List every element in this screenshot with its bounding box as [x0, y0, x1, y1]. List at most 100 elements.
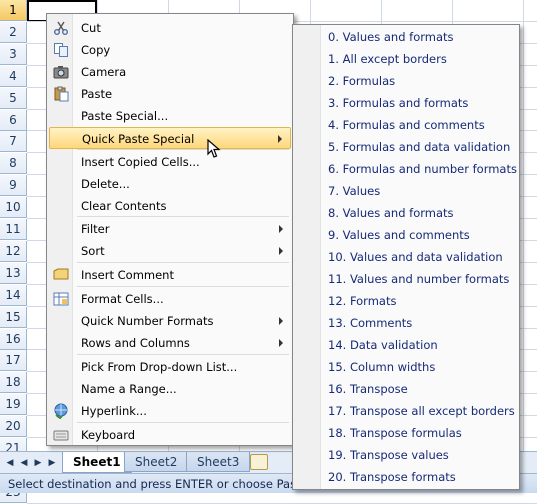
submenu-arrow-icon [279, 339, 283, 347]
last-sheet-icon[interactable]: ▶ [46, 456, 58, 470]
paste-icon [53, 86, 69, 102]
row-header[interactable]: 4 [0, 66, 27, 87]
menu-item-paste-special[interactable]: Paste Special... [49, 105, 291, 127]
quick-paste-option[interactable]: 18. Transpose formulas [295, 422, 517, 444]
menu-item-delete[interactable]: Delete... [49, 173, 291, 195]
row-header[interactable]: 2 [0, 22, 27, 43]
insert-sheet-icon[interactable] [250, 454, 268, 470]
menu-item-hyperlink[interactable]: Hyperlink... [49, 400, 291, 422]
quick-paste-option[interactable]: 0. Values and formats [295, 26, 517, 48]
camera-icon [53, 64, 69, 80]
menu-item-label: Paste [81, 87, 113, 101]
menu-item-quick-paste-special[interactable]: Quick Paste Special [49, 127, 291, 149]
submenu-arrow-icon [279, 317, 283, 325]
menu-item-label: Clear Contents [81, 199, 167, 213]
row-header[interactable]: 7 [0, 131, 27, 152]
menu-item-label: Paste Special... [81, 109, 169, 123]
menu-item-cut[interactable]: Cut [49, 17, 291, 39]
menu-item-filter[interactable]: Filter [49, 218, 291, 240]
quick-paste-option[interactable]: 14. Data validation [295, 334, 517, 356]
menu-separator [77, 422, 289, 423]
row-header[interactable]: 3 [0, 44, 27, 65]
tab-sheet3[interactable]: Sheet3 [186, 452, 251, 472]
menu-item-pick-from-drop-down-list[interactable]: Pick From Drop-down List... [49, 356, 291, 378]
menu-item-copy[interactable]: Copy [49, 39, 291, 61]
quick-paste-option[interactable]: 12. Formats [295, 290, 517, 312]
quick-paste-option[interactable]: 5. Formulas and data validation [295, 136, 517, 158]
row-header[interactable]: 16 [0, 329, 27, 350]
scissors-icon [53, 20, 69, 36]
row-header[interactable]: 11 [0, 219, 27, 240]
menu-item-name-a-range[interactable]: Name a Range... [49, 378, 291, 400]
quick-paste-option[interactable]: 11. Values and number formats [295, 268, 517, 290]
menu-separator [77, 149, 289, 150]
quick-paste-option[interactable]: 7. Values [295, 180, 517, 202]
quick-paste-option[interactable]: 17. Transpose all except borders [295, 400, 517, 422]
menu-item-label: Pick From Drop-down List... [81, 360, 238, 374]
row-header[interactable]: 17 [0, 350, 27, 371]
row-header[interactable]: 18 [0, 372, 27, 393]
row-header[interactable]: 14 [0, 285, 27, 306]
row-header[interactable]: 19 [0, 394, 27, 415]
mouse-pointer-icon [207, 139, 221, 158]
menu-item-label: Keyboard [81, 428, 136, 442]
quick-paste-option[interactable]: 15. Column widths [295, 356, 517, 378]
menu-separator [77, 216, 289, 217]
quick-paste-option[interactable]: 20. Transpose formats [295, 466, 517, 488]
first-sheet-icon[interactable]: ◀ [4, 456, 16, 470]
quick-paste-option[interactable]: 1. All except borders [295, 48, 517, 70]
quick-paste-option[interactable]: 2. Formulas [295, 70, 517, 92]
menu-item-label: Hyperlink... [81, 404, 147, 418]
menu-item-paste[interactable]: Paste [49, 83, 291, 105]
tab-sheet1[interactable]: Sheet1 [62, 452, 132, 473]
hyperlink-icon [53, 403, 69, 420]
quick-paste-option[interactable]: 9. Values and comments [295, 224, 517, 246]
menu-item-label: Quick Paste Special [82, 132, 195, 146]
menu-separator [77, 354, 289, 355]
menu-item-label: Insert Comment [81, 268, 174, 282]
quick-paste-option[interactable]: 10. Values and data validation [295, 246, 517, 268]
menu-item-label: Filter [81, 222, 110, 236]
copy-icon [53, 42, 69, 58]
menu-item-keyboard[interactable]: Keyboard [49, 424, 291, 446]
row-header[interactable]: 1 [0, 0, 27, 21]
quick-paste-option[interactable]: 6. Formulas and number formats [295, 158, 517, 180]
submenu-arrow-icon [279, 225, 283, 233]
row-header[interactable]: 9 [0, 175, 27, 196]
next-sheet-icon[interactable]: ▶ [32, 456, 44, 470]
menu-item-label: Delete... [81, 177, 130, 191]
menu-item-sort[interactable]: Sort [49, 240, 291, 262]
row-header[interactable]: 10 [0, 197, 27, 218]
menu-item-format-cells[interactable]: Format Cells... [49, 288, 291, 310]
row-header[interactable]: 8 [0, 153, 27, 174]
quick-paste-option[interactable]: 16. Transpose [295, 378, 517, 400]
row-header[interactable]: 5 [0, 88, 27, 109]
row-header[interactable]: 13 [0, 263, 27, 284]
menu-item-rows-and-columns[interactable]: Rows and Columns [49, 332, 291, 354]
quick-paste-option[interactable]: 3. Formulas and formats [295, 92, 517, 114]
submenu-arrow-icon [279, 247, 283, 255]
menu-item-camera[interactable]: Camera [49, 61, 291, 83]
row-header[interactable]: 20 [0, 416, 27, 437]
menu-item-quick-number-formats[interactable]: Quick Number Formats [49, 310, 291, 332]
menu-item-insert-copied-cells[interactable]: Insert Copied Cells... [49, 151, 291, 173]
menu-item-label: Quick Number Formats [81, 314, 214, 328]
menu-item-clear-contents[interactable]: Clear Contents [49, 195, 291, 217]
menu-item-label: Sort [81, 244, 105, 258]
quick-paste-option[interactable]: 13. Comments [295, 312, 517, 334]
row-header[interactable]: 15 [0, 307, 27, 328]
menu-item-label: Camera [81, 65, 127, 79]
quick-paste-option[interactable]: 19. Transpose values [295, 444, 517, 466]
menu-item-insert-comment[interactable]: Insert Comment [49, 264, 291, 286]
menu-separator [77, 286, 289, 287]
quick-paste-option[interactable]: 8. Values and formats [295, 202, 517, 224]
format-cells-icon [53, 291, 69, 307]
menu-item-label: Format Cells... [81, 292, 164, 306]
prev-sheet-icon[interactable]: ◀ [18, 456, 30, 470]
row-header[interactable]: 6 [0, 110, 27, 131]
menu-item-label: Insert Copied Cells... [81, 155, 200, 169]
row-header[interactable]: 12 [0, 241, 27, 262]
quick-paste-option[interactable]: 4. Formulas and comments [295, 114, 517, 136]
tab-sheet2[interactable]: Sheet2 [124, 452, 189, 472]
quick-paste-special-submenu: 0. Values and formats 1. All except borde… [292, 24, 520, 490]
